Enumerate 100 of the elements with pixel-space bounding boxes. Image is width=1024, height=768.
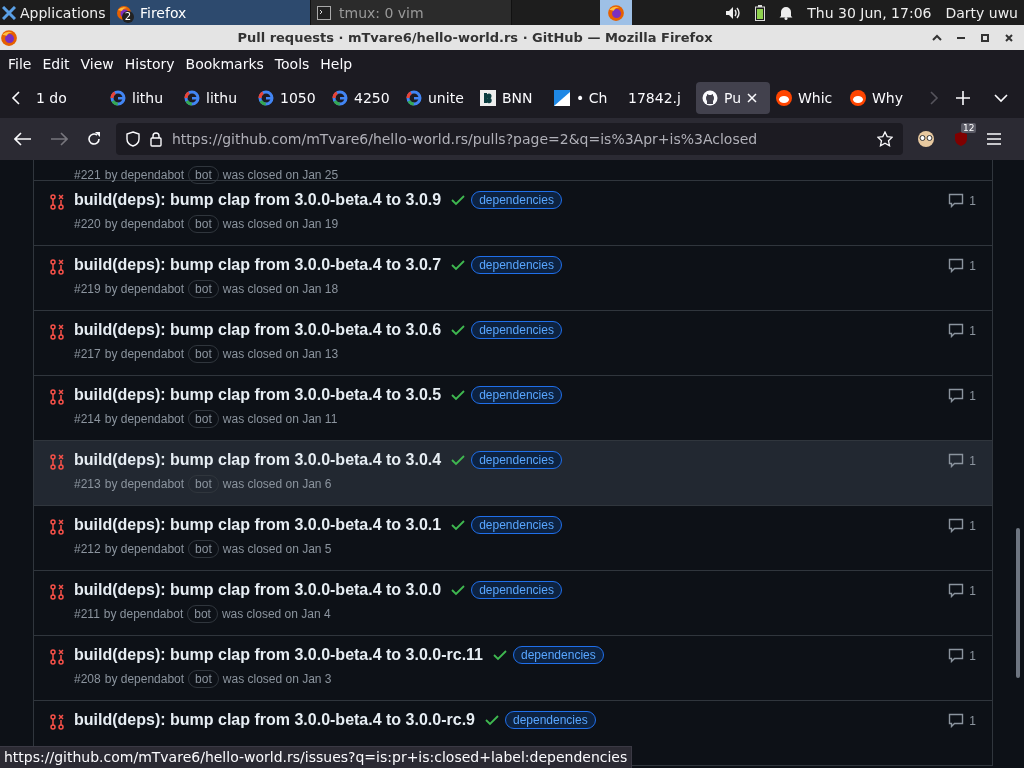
github-icon	[702, 90, 718, 106]
browser-tab[interactable]: 1 do	[30, 82, 104, 114]
pull-request-title[interactable]: build(deps): bump clap from 3.0.0-beta.4 to 3.0.7	[74, 256, 442, 274]
author-link[interactable]: by dependabot	[104, 282, 185, 296]
browser-tab[interactable]: BNN	[474, 82, 548, 114]
pull-request-row[interactable]: build(deps): bump clap from 3.0.0-beta.4 to 3.0.4 dependencies #213 by dependabot bot was closed on Jan 6 1	[34, 441, 992, 506]
comment-icon	[948, 583, 965, 598]
forward-icon[interactable]	[50, 132, 68, 146]
author-link[interactable]: by dependabot	[104, 217, 185, 231]
comment-count[interactable]: 1	[948, 246, 976, 273]
pr-number: #221	[74, 168, 101, 182]
browser-tab[interactable]: Pu	[696, 82, 770, 114]
comment-count[interactable]: 1	[948, 441, 976, 468]
lock-icon[interactable]	[150, 131, 162, 147]
label-tag[interactable]: dependencies	[471, 256, 562, 274]
comment-count[interactable]: 1	[948, 311, 976, 338]
close-icon[interactable]	[1004, 32, 1014, 43]
menu-item[interactable]: History	[118, 56, 180, 72]
menu-icon[interactable]	[987, 133, 1001, 145]
comment-count[interactable]: 1	[948, 181, 976, 208]
author-link[interactable]: by dependabot	[104, 412, 185, 426]
closed-pull-request-icon	[50, 389, 64, 405]
comment-icon	[948, 713, 965, 728]
shield-icon[interactable]	[126, 131, 140, 147]
comment-count[interactable]: 1	[948, 506, 976, 533]
browser-tab[interactable]: lithu	[104, 82, 178, 114]
menu-item[interactable]: Help	[314, 56, 358, 72]
applications-menu[interactable]: Applications	[0, 0, 110, 25]
battery-icon[interactable]	[755, 4, 766, 21]
closed-pull-request-icon	[50, 454, 64, 470]
pull-request-title[interactable]: build(deps): bump clap from 3.0.0-beta.4 to 3.0.0-rc.11	[74, 646, 483, 664]
pull-request-row[interactable]: build(deps): bump clap from 3.0.0-beta.4 to 3.0.6 dependencies #217 by dependabot bot was closed on Jan 13 1	[34, 311, 992, 376]
plus-icon[interactable]	[956, 91, 970, 105]
pull-request-title[interactable]: build(deps): bump clap from 3.0.0-beta.4 to 3.0.0-rc.9	[74, 711, 475, 729]
browser-tab[interactable]: lithu	[178, 82, 252, 114]
closed-date: was closed on Jan 18	[222, 282, 339, 296]
reddit-icon	[850, 90, 866, 106]
browser-tab[interactable]: 1050	[252, 82, 326, 114]
pr-number: #212	[74, 542, 101, 556]
label-tag[interactable]: dependencies	[504, 711, 596, 729]
menu-item[interactable]: File	[2, 56, 37, 72]
pull-request-title[interactable]: build(deps): bump clap from 3.0.0-beta.4 to 3.0.0	[74, 581, 442, 599]
user-name[interactable]: Darty uwu	[945, 4, 1018, 21]
reload-icon[interactable]	[86, 131, 102, 147]
author-link[interactable]: by dependabot	[104, 347, 185, 361]
comment-count[interactable]: 1	[948, 636, 976, 663]
back-icon[interactable]	[14, 132, 32, 146]
menu-item[interactable]: Bookmarks	[179, 56, 269, 72]
volume-icon[interactable]	[725, 5, 742, 20]
pull-request-row[interactable]: build(deps): bump clap from 3.0.0-beta.4 to 3.0.7 dependencies #219 by dependabot bot was closed on Jan 18 1	[34, 246, 992, 311]
browser-tab[interactable]: 17842.j	[622, 82, 696, 114]
maximize-icon[interactable]	[980, 32, 990, 43]
browser-tab[interactable]: Whic	[770, 82, 844, 114]
count-badge: 12	[961, 123, 977, 133]
clock[interactable]: Thu 30 Jun, 17:06	[807, 4, 932, 21]
glasses-icon[interactable]	[917, 130, 935, 148]
pull-request-title[interactable]: build(deps): bump clap from 3.0.0-beta.4 to 3.0.4	[74, 451, 442, 469]
pr-number: #213	[74, 477, 101, 491]
label-tag[interactable]: dependencies	[471, 321, 562, 339]
menu-item[interactable]: View	[74, 56, 119, 72]
browser-tab[interactable]: • Ch	[548, 82, 622, 114]
label-tag[interactable]: dependencies	[471, 516, 562, 534]
label-tag[interactable]: dependencies	[471, 451, 562, 469]
taskbar-button[interactable]: tmux: 0 vim	[311, 0, 512, 25]
pull-request-title[interactable]: build(deps): bump clap from 3.0.0-beta.4 to 3.0.6	[74, 321, 442, 339]
bell-icon[interactable]	[779, 5, 794, 20]
pull-request-row[interactable]: build(deps): bump clap from 3.0.0-beta.4 to 3.0.0-rc.11 dependencies #208 by dependabot bot was closed on Jan 3 1	[34, 636, 992, 701]
taskbar-button[interactable]	[600, 0, 632, 25]
label-tag[interactable]: dependencies	[471, 581, 562, 599]
menu-item[interactable]: Edit	[36, 56, 75, 72]
menu-item[interactable]: Tools	[268, 56, 315, 72]
label-tag[interactable]: dependencies	[471, 191, 562, 209]
pull-request-title[interactable]: build(deps): bump clap from 3.0.0-beta.4 to 3.0.1	[74, 516, 442, 534]
comment-count[interactable]: 1	[948, 701, 976, 728]
author-link[interactable]: by dependabot	[104, 672, 185, 686]
taskbar-button[interactable]: 2 Firefox	[110, 0, 311, 25]
pr-number: #219	[74, 282, 101, 296]
address-bar[interactable]: https://github.com/mTvare6/hello-world.rs/pulls?page=2&q=is%3Apr+is%3Aclosed	[116, 123, 903, 155]
pull-request-row[interactable]: build(deps): bump clap from 3.0.0-beta.4 to 3.0.0 dependencies #211 by dependabot bot was closed on Jan 4 1	[34, 571, 992, 636]
comment-icon	[948, 648, 965, 663]
chevron-down-icon[interactable]	[994, 93, 1008, 103]
comment-count[interactable]: 1	[948, 571, 976, 598]
pull-request-row[interactable]: build(deps): bump clap from 3.0.0-beta.4 to 3.0.1 dependencies #212 by dependabot bot was closed on Jan 5 1	[34, 506, 992, 571]
browser-tab[interactable]: Why	[844, 82, 918, 114]
star-icon[interactable]	[877, 131, 893, 147]
label-tag[interactable]: dependencies	[513, 646, 604, 664]
comment-count[interactable]: 1	[948, 376, 976, 403]
caret-icon[interactable]	[932, 32, 942, 43]
author-link[interactable]: by dependabot	[104, 477, 185, 491]
author-link[interactable]: by dependabot	[103, 607, 184, 621]
browser-tab[interactable]: 4250	[326, 82, 400, 114]
browser-tab[interactable]: unite	[400, 82, 474, 114]
author-link[interactable]: by dependabot	[104, 168, 185, 182]
pull-request-title[interactable]: build(deps): bump clap from 3.0.0-beta.4 to 3.0.9	[74, 191, 442, 209]
url-text: https://github.com/mTvare6/hello-world.rs/pulls?page=2&q=is%3Apr+is%3Aclosed	[172, 131, 759, 147]
pull-request-title[interactable]: build(deps): bump clap from 3.0.0-beta.4 to 3.0.5	[74, 386, 442, 404]
author-link[interactable]: by dependabot	[104, 542, 185, 556]
label-tag[interactable]: dependencies	[471, 386, 562, 404]
pull-request-row[interactable]: #221 by dependabot bot was closed on Jan 25	[34, 160, 992, 181]
pull-request-row[interactable]: build(deps): bump clap from 3.0.0-beta.4 to 3.0.9 dependencies #220 by dependabot bot was closed on Jan 19 1	[34, 181, 992, 246]
